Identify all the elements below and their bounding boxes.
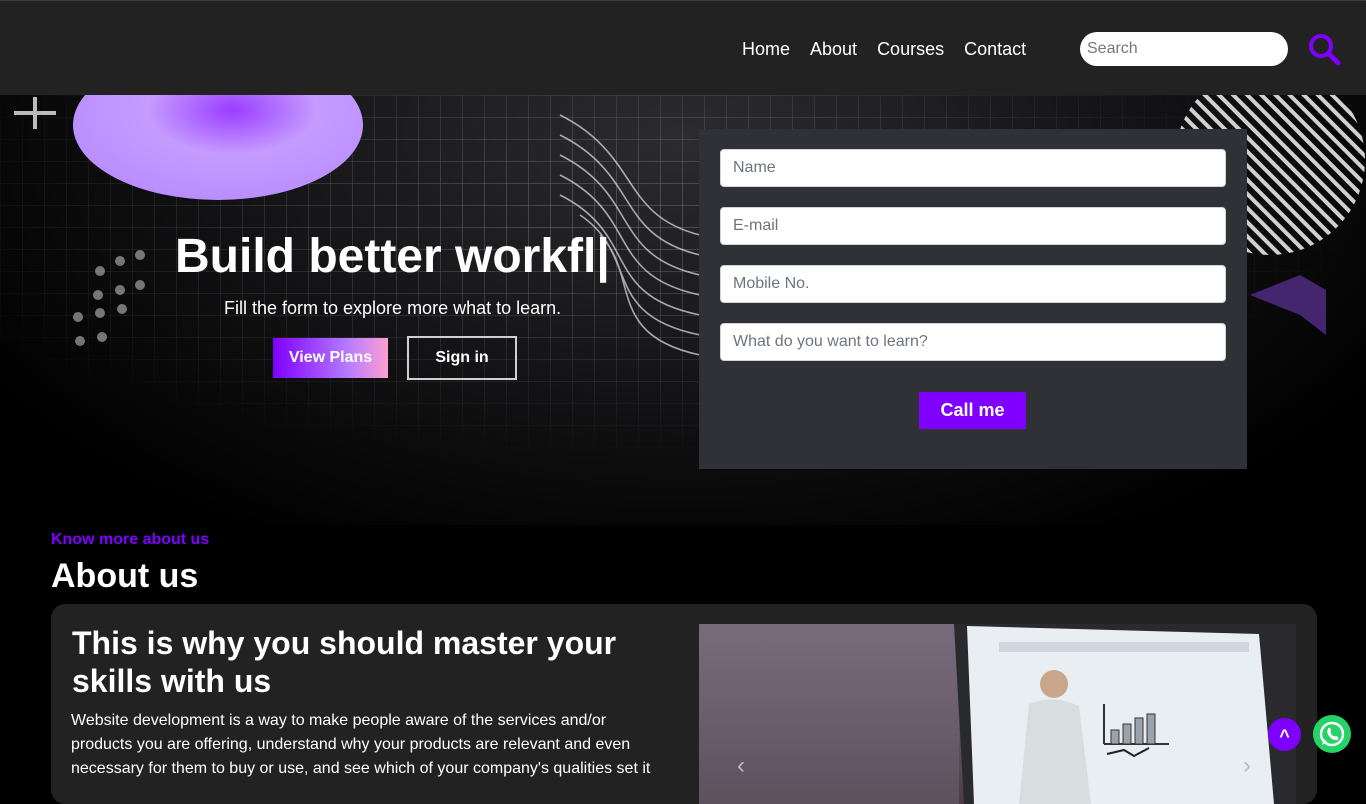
scroll-to-top-button[interactable]: ^ bbox=[1268, 718, 1301, 751]
about-carousel: ‹ › bbox=[699, 624, 1296, 804]
search-input[interactable] bbox=[1080, 32, 1288, 66]
hero-title: Build better workfl| bbox=[175, 230, 610, 283]
about-carousel-image bbox=[699, 624, 1296, 804]
email-field[interactable] bbox=[720, 207, 1226, 245]
navbar: Home About Courses Contact bbox=[0, 0, 1366, 95]
hero-subtitle: Fill the form to explore more what to le… bbox=[224, 298, 562, 318]
about-card-heading: This is why you should master your skill… bbox=[72, 625, 617, 699]
nav-link-home[interactable]: Home bbox=[742, 38, 790, 60]
about-card: This is why you should master your skill… bbox=[51, 604, 1317, 804]
contact-form: Call me bbox=[699, 129, 1247, 469]
about-title: About us bbox=[51, 557, 199, 595]
name-field[interactable] bbox=[720, 149, 1226, 187]
about-kicker: Know more about us bbox=[51, 531, 210, 548]
chevron-left-icon[interactable]: ‹ bbox=[737, 752, 745, 780]
chevron-right-icon[interactable]: › bbox=[1243, 752, 1251, 780]
nav-link-courses[interactable]: Courses bbox=[877, 38, 944, 60]
search-icon bbox=[1309, 34, 1341, 66]
search-button[interactable] bbox=[1306, 31, 1342, 67]
learn-field[interactable] bbox=[720, 323, 1226, 361]
nav-links: Home About Courses Contact bbox=[742, 38, 1046, 60]
nav-link-about[interactable]: About bbox=[810, 38, 857, 60]
sign-in-button[interactable]: Sign in bbox=[407, 336, 517, 380]
view-plans-button[interactable]: View Plans bbox=[273, 338, 388, 378]
mobile-field[interactable] bbox=[720, 265, 1226, 303]
nav-link-contact[interactable]: Contact bbox=[964, 38, 1026, 60]
whatsapp-button[interactable] bbox=[1313, 715, 1351, 753]
hero-section: Build better workfl| Fill the form to ex… bbox=[0, 95, 1366, 525]
about-card-body: Website development is a way to make peo… bbox=[71, 712, 651, 777]
whatsapp-icon bbox=[1319, 721, 1345, 747]
call-me-button[interactable]: Call me bbox=[919, 392, 1026, 429]
